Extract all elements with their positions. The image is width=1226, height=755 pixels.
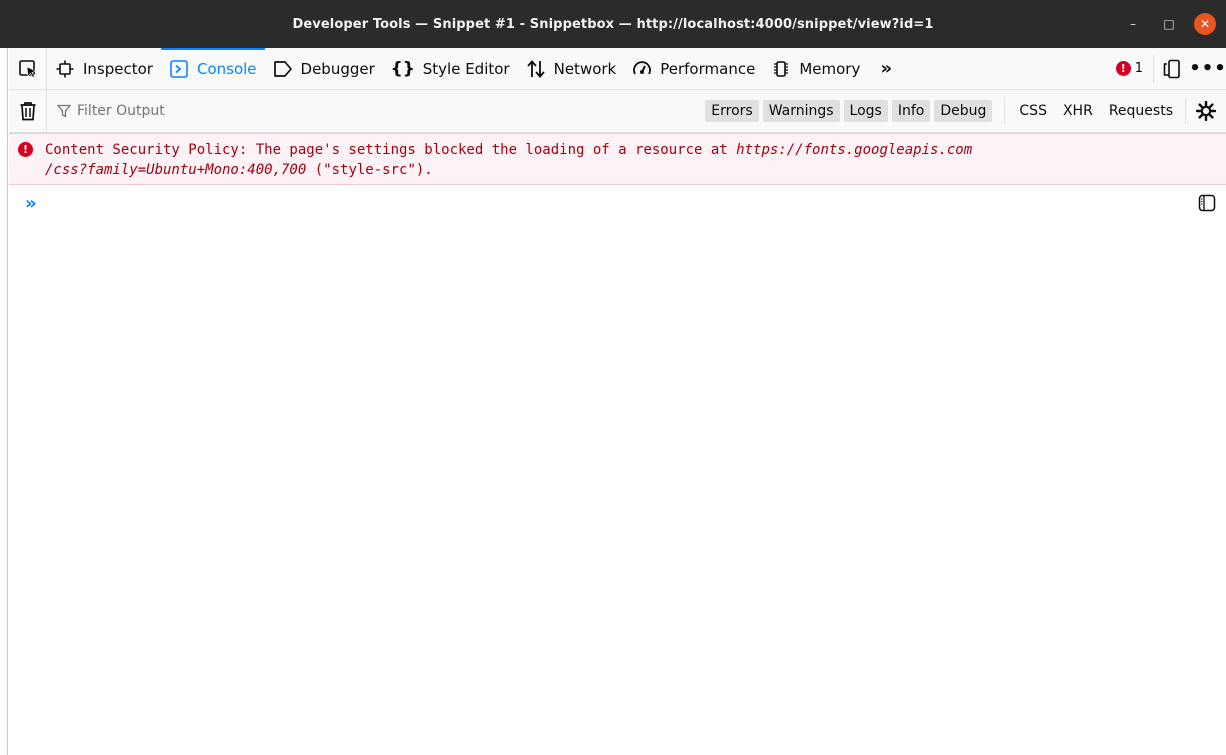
- tab-label: Inspector: [83, 59, 153, 78]
- filter-debug-button[interactable]: Debug: [934, 100, 993, 122]
- tab-performance[interactable]: Performance: [624, 48, 763, 90]
- window-controls: – □ ✕: [1122, 13, 1216, 35]
- filter-info-button[interactable]: Info: [891, 100, 931, 122]
- filter-css-button[interactable]: CSS: [1013, 100, 1053, 122]
- tab-console[interactable]: Console: [160, 47, 265, 90]
- filter-funnel-icon: [57, 104, 71, 118]
- message-text: Content Security Policy: The page's sett…: [45, 142, 973, 178]
- error-count-badge[interactable]: ! 1: [1106, 54, 1154, 83]
- filter-field: [47, 103, 617, 119]
- error-icon: !: [18, 142, 33, 157]
- inspector-icon: [55, 59, 75, 79]
- window-title: Developer Tools — Snippet #1 - Snippetbo…: [292, 16, 934, 32]
- category-filters: CSS XHR Requests: [1005, 98, 1186, 124]
- maximize-icon[interactable]: □: [1158, 13, 1180, 35]
- trash-icon: [20, 102, 35, 121]
- tab-label: Performance: [660, 59, 756, 78]
- sidebar-toggle-icon[interactable]: [1198, 194, 1216, 212]
- tab-network[interactable]: Network: [518, 48, 625, 90]
- error-icon: !: [1115, 61, 1131, 76]
- console-error-message[interactable]: ! Content Security Policy: The page's se…: [9, 133, 1226, 185]
- console-settings-gear-icon[interactable]: [1186, 90, 1226, 133]
- window-titlebar: Developer Tools — Snippet #1 - Snippetbo…: [0, 0, 1226, 48]
- tab-memory[interactable]: Memory: [763, 48, 868, 90]
- responsive-design-mode-icon[interactable]: [1154, 48, 1190, 90]
- message-url-link[interactable]: /css?family=Ubuntu+Mono:400,700: [45, 162, 306, 178]
- filter-warnings-button[interactable]: Warnings: [762, 100, 840, 122]
- tab-label: Debugger: [300, 59, 375, 78]
- tab-inspector[interactable]: Inspector: [47, 48, 161, 90]
- error-count: 1: [1134, 61, 1143, 76]
- tab-debugger[interactable]: Debugger: [265, 48, 383, 90]
- more-tools-chevron-icon[interactable]: »: [868, 48, 904, 90]
- tab-label: Network: [553, 59, 617, 78]
- tab-style-editor[interactable]: {} Style Editor: [383, 48, 518, 90]
- gauge-icon: [632, 59, 652, 79]
- close-icon[interactable]: ✕: [1194, 13, 1216, 35]
- filter-logs-button[interactable]: Logs: [843, 100, 888, 122]
- devtools-toolbar: Inspector Console Debugger {} Style Edit…: [9, 47, 1226, 90]
- element-picker-button[interactable]: [9, 47, 47, 90]
- window-left-edge: [0, 48, 8, 755]
- debugger-icon: [273, 59, 293, 79]
- filter-xhr-button[interactable]: XHR: [1057, 100, 1099, 122]
- log-level-filters: Errors Warnings Logs Info Debug: [705, 98, 1006, 124]
- minimize-icon[interactable]: –: [1122, 13, 1144, 35]
- tab-label: Console: [196, 59, 257, 78]
- network-arrows-icon: [526, 59, 546, 79]
- toolbar-right-group: ! 1 •••: [1106, 48, 1226, 90]
- more-options-icon[interactable]: •••: [1189, 48, 1226, 90]
- message-url-link[interactable]: https://fonts.googleapis.com: [736, 142, 972, 158]
- filter-requests-button[interactable]: Requests: [1103, 100, 1179, 122]
- filter-errors-button[interactable]: Errors: [705, 100, 759, 122]
- console-input-row[interactable]: »: [9, 185, 1226, 221]
- prompt-chevron-icon: »: [25, 192, 37, 214]
- console-icon: [169, 59, 189, 79]
- tab-label: Memory: [799, 59, 861, 78]
- clear-console-button[interactable]: [9, 89, 47, 133]
- memory-chip-icon: [771, 59, 791, 79]
- filter-output-input[interactable]: [77, 103, 477, 119]
- console-filter-bar: Errors Warnings Logs Info Debug CSS XHR …: [9, 89, 1226, 133]
- tab-label: Style Editor: [422, 59, 510, 78]
- element-picker-icon: [18, 59, 37, 78]
- braces-icon: {}: [390, 58, 415, 79]
